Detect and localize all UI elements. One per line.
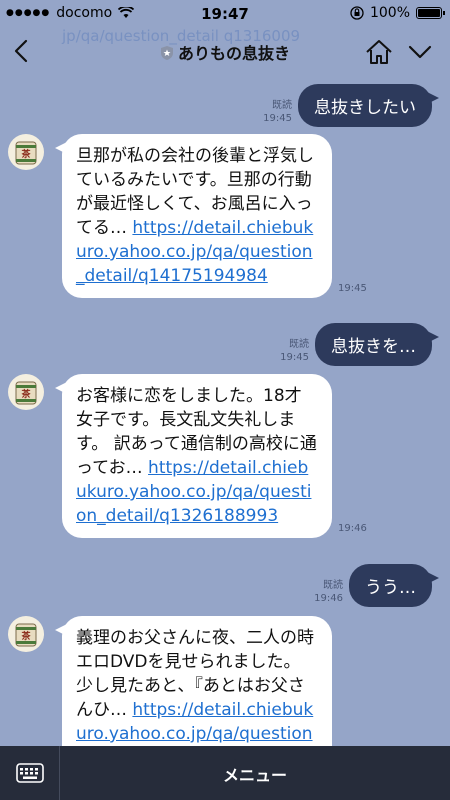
chevron-down-icon[interactable] [406, 40, 434, 64]
bottom-bar: メニュー [0, 746, 450, 800]
message-bubble[interactable]: 息抜きしたい [298, 84, 439, 127]
outgoing-message: 既読 19:45 息抜きを… [280, 323, 439, 366]
message-time: 19:45 [280, 352, 309, 363]
message-bubble[interactable]: 息抜きを… [315, 323, 439, 366]
rotation-lock-icon [350, 6, 364, 20]
message-bubble[interactable]: 義理のお父さんに夜、二人の時エロDVDを見せられました。 少し見たあと、『あとは… [55, 616, 332, 746]
battery-icon [416, 7, 445, 19]
message-bubble[interactable]: うう… [349, 564, 439, 607]
status-bar: ●●●●● docomo 19:47 100% [0, 0, 450, 26]
avatar[interactable]: 茶 [8, 134, 44, 170]
keyboard-icon [16, 763, 44, 783]
keyboard-button[interactable] [0, 746, 60, 800]
svg-text:茶: 茶 [20, 388, 31, 400]
outgoing-message: 既読 19:46 うう… [314, 564, 439, 607]
shield-icon [160, 46, 173, 60]
read-receipt: 既読 [289, 339, 309, 350]
message-bubble[interactable]: お客様に恋をしました。18才女子です。長文乱文失礼します。 訳あって通信制の高校… [55, 374, 332, 538]
home-icon[interactable] [364, 38, 394, 66]
incoming-message: 茶 義理のお父さんに夜、二人の時エロDVDを見せられました。 少し見たあと、『あ… [8, 616, 332, 746]
battery-percent: 100% [369, 5, 410, 21]
message-bubble[interactable]: 旦那が私の会社の後輩と浮気しているみたいです。旦那の行動が最近怪しくて、お風呂に… [55, 134, 332, 298]
chat-header: jp/qa/question_detail q1316009 ありもの息抜き [0, 26, 450, 76]
tea-cup-icon: 茶 [15, 141, 37, 165]
outgoing-message: 既読 19:45 息抜きしたい [263, 84, 439, 127]
message-time: 19:46 [314, 593, 343, 604]
avatar[interactable]: 茶 [8, 616, 44, 652]
read-receipt: 既読 [323, 580, 343, 591]
chat-title-text: ありもの息抜き [177, 44, 290, 63]
avatar[interactable]: 茶 [8, 374, 44, 410]
incoming-message: 茶 お客様に恋をしました。18才女子です。長文乱文失礼します。 訳あって通信制の… [8, 374, 367, 538]
svg-text:茶: 茶 [20, 630, 31, 642]
message-time: 19:45 [263, 113, 292, 124]
message-time: 19:46 [338, 523, 367, 534]
read-receipt: 既読 [272, 100, 292, 111]
chat-area[interactable]: 既読 19:45 息抜きしたい 茶 旦那が私の会社の後輩と浮気しているみたいです… [0, 76, 450, 746]
menu-button[interactable]: メニュー [60, 762, 450, 786]
tea-cup-icon: 茶 [15, 623, 37, 647]
incoming-message: 茶 旦那が私の会社の後輩と浮気しているみたいです。旦那の行動が最近怪しくて、お風… [8, 134, 367, 298]
svg-text:茶: 茶 [20, 148, 31, 160]
message-time: 19:45 [338, 283, 367, 294]
tea-cup-icon: 茶 [15, 381, 37, 405]
